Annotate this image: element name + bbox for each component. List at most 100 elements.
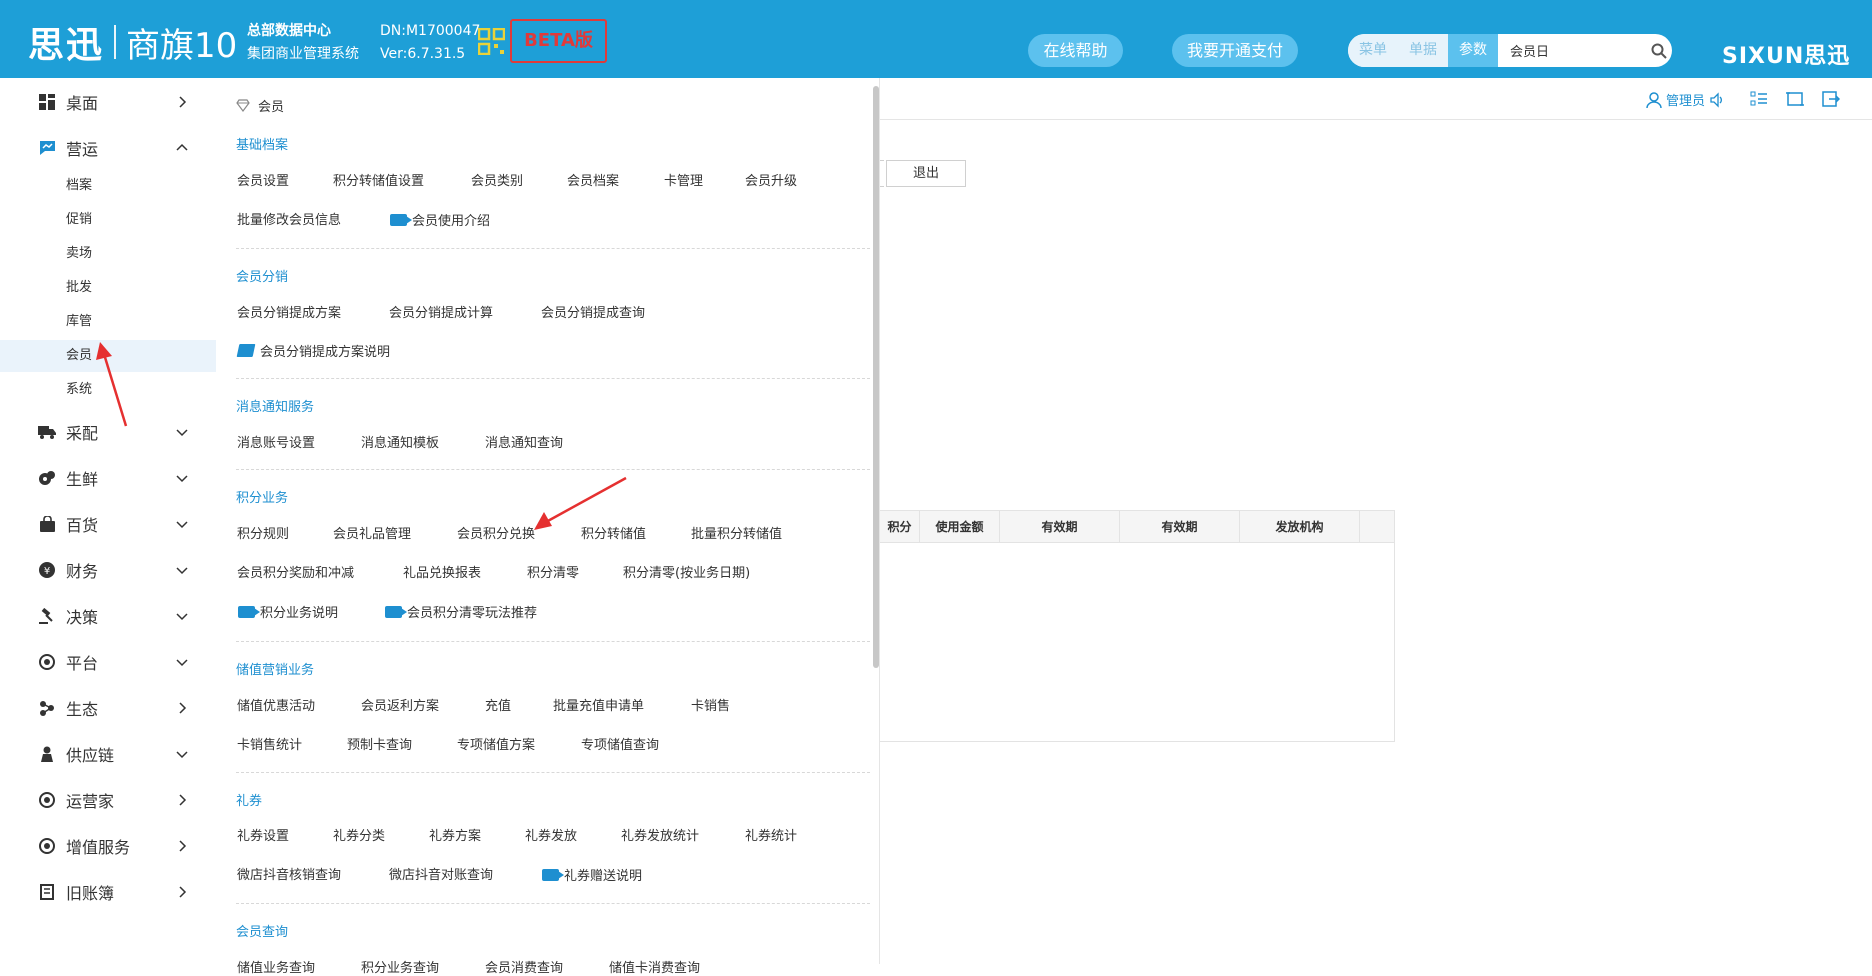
sidebar-item-supply-chain[interactable]: 供应链: [0, 734, 216, 774]
table-header-amount[interactable]: 使用金额: [920, 511, 1000, 543]
menu-item-video[interactable]: 积分业务说明: [238, 602, 338, 621]
menu-item-video[interactable]: 会员使用介绍: [390, 210, 490, 229]
menu-item[interactable]: 会员返利方案: [361, 695, 439, 714]
menu-item[interactable]: 储值优惠活动: [237, 695, 315, 714]
sidebar-item-old-ledger[interactable]: 旧账簿: [0, 872, 216, 912]
menu-item[interactable]: 会员礼品管理: [333, 523, 411, 542]
sidebar-item-finance[interactable]: ¥ 财务: [0, 550, 216, 590]
menu-item-label: 会员分销提成方案说明: [260, 345, 391, 360]
menu-item[interactable]: 礼券统计: [745, 825, 797, 844]
menu-item[interactable]: 卡销售: [691, 695, 730, 714]
ledger-icon: [38, 883, 56, 901]
list-icon[interactable]: [1750, 90, 1768, 108]
user-menu[interactable]: 管理员: [1646, 90, 1725, 109]
sidebar-subitem-archive[interactable]: 档案: [0, 170, 216, 202]
sidebar-item-ecology[interactable]: 生态: [0, 688, 216, 728]
speaker-icon[interactable]: [1709, 91, 1725, 108]
search-tab-menu[interactable]: 菜单: [1348, 34, 1398, 67]
menu-item[interactable]: 积分清零: [527, 562, 579, 581]
logout-icon[interactable]: [1822, 90, 1840, 108]
menu-item[interactable]: 会员设置: [237, 170, 289, 189]
sidebar-subitem-inventory[interactable]: 库管: [0, 306, 216, 338]
menu-title: 会员: [236, 96, 284, 115]
menu-item[interactable]: 礼券分类: [333, 825, 385, 844]
qr-code-icon[interactable]: [478, 28, 505, 55]
menu-item[interactable]: 会员分销提成查询: [541, 302, 645, 321]
menu-item[interactable]: 会员类别: [471, 170, 523, 189]
menu-item[interactable]: 消息通知模板: [361, 432, 439, 451]
sidebar-item-operation[interactable]: 营运: [0, 128, 216, 168]
search-tab-doc[interactable]: 单据: [1398, 34, 1448, 67]
logo-divider: [114, 25, 117, 59]
menu-item-points-exchange[interactable]: 会员积分兑换: [457, 523, 535, 542]
sidebar-subitem-system[interactable]: 系统: [0, 374, 216, 406]
sidebar-item-fresh[interactable]: 生鲜: [0, 458, 216, 498]
sidebar-subitem-store[interactable]: 卖场: [0, 238, 216, 270]
menu-item[interactable]: 预制卡查询: [347, 734, 412, 753]
menu-item[interactable]: 专项储值方案: [457, 734, 535, 753]
app-logo: 思迅 商旗10: [28, 16, 237, 68]
fullscreen-icon[interactable]: [1786, 90, 1804, 108]
menu-item[interactable]: 批量充值申请单: [553, 695, 644, 714]
sidebar-item-label: 运营家: [66, 792, 115, 811]
menu-item[interactable]: 专项储值查询: [581, 734, 659, 753]
menu-scrollbar[interactable]: [873, 86, 879, 668]
menu-item[interactable]: 储值业务查询: [237, 957, 315, 976]
menu-item[interactable]: 积分清零(按业务日期): [623, 562, 750, 581]
menu-item[interactable]: 会员分销提成计算: [389, 302, 493, 321]
sidebar-item-label: 决策: [66, 608, 99, 627]
menu-item[interactable]: 充值: [485, 695, 511, 714]
menu-item[interactable]: 储值卡消费查询: [609, 957, 700, 976]
menu-item[interactable]: 积分转储值: [581, 523, 646, 542]
menu-item[interactable]: 消息账号设置: [237, 432, 315, 451]
menu-item[interactable]: 会员消费查询: [485, 957, 563, 976]
menu-item[interactable]: 礼券方案: [429, 825, 481, 844]
sidebar-subitem-wholesale[interactable]: 批发: [0, 272, 216, 304]
sidebar-item-operator[interactable]: 运营家: [0, 780, 216, 820]
exit-button[interactable]: 退出: [886, 160, 966, 187]
search-input[interactable]: 会员日: [1498, 34, 1646, 67]
menu-item[interactable]: 积分规则: [237, 523, 289, 542]
menu-item[interactable]: 微店抖音核销查询: [237, 864, 341, 883]
sidebar-item-platform[interactable]: 平台: [0, 642, 216, 682]
enable-payment-button[interactable]: 我要开通支付: [1172, 34, 1298, 67]
menu-item-video[interactable]: 礼券赠送说明: [542, 865, 642, 884]
sidebar-item-decision[interactable]: 决策: [0, 596, 216, 636]
menu-item[interactable]: 会员分销提成方案: [237, 302, 341, 321]
sidebar-item-label: 财务: [66, 562, 99, 581]
menu-item[interactable]: 消息通知查询: [485, 432, 563, 451]
menu-item[interactable]: 批量积分转储值: [691, 523, 782, 542]
version-number: Ver:6.7.31.5: [380, 46, 466, 62]
menu-item[interactable]: 积分转储值设置: [333, 170, 424, 189]
user-name: 管理员: [1666, 94, 1706, 109]
search-icon[interactable]: [1646, 34, 1672, 67]
chevron-down-icon: [176, 567, 188, 575]
menu-item[interactable]: 微店抖音对账查询: [389, 864, 493, 883]
menu-item[interactable]: 卡销售统计: [237, 734, 302, 753]
diamond-icon: [236, 99, 250, 112]
menu-item[interactable]: 会员档案: [567, 170, 619, 189]
menu-item[interactable]: 会员升级: [745, 170, 797, 189]
table-header-valid-to[interactable]: 有效期: [1120, 511, 1240, 543]
menu-item[interactable]: 积分业务查询: [361, 957, 439, 976]
menu-item[interactable]: 批量修改会员信息: [237, 209, 341, 228]
sidebar-item-purchase[interactable]: 采配: [0, 412, 216, 452]
sidebar-subitem-promotion[interactable]: 促销: [0, 204, 216, 236]
online-help-button[interactable]: 在线帮助: [1028, 34, 1123, 67]
menu-item-doc[interactable]: 会员分销提成方案说明: [236, 341, 391, 360]
sidebar-subitem-member[interactable]: 会员: [0, 340, 216, 372]
menu-item[interactable]: 礼券发放统计: [621, 825, 699, 844]
sidebar-item-value-added[interactable]: 增值服务: [0, 826, 216, 866]
menu-item-video[interactable]: 会员积分清零玩法推荐: [385, 602, 537, 621]
menu-item[interactable]: 会员积分奖励和冲减: [237, 562, 354, 581]
search-tab-param[interactable]: 参数: [1448, 34, 1498, 67]
menu-item[interactable]: 礼品兑换报表: [403, 562, 481, 581]
table-header-issuer[interactable]: 发放机构: [1240, 511, 1360, 543]
table-header-valid-from[interactable]: 有效期: [1000, 511, 1120, 543]
sidebar-item-department[interactable]: 百货: [0, 504, 216, 544]
sidebar-item-desktop[interactable]: 桌面: [0, 82, 216, 122]
menu-item[interactable]: 礼券发放: [525, 825, 577, 844]
menu-item[interactable]: 卡管理: [664, 170, 703, 189]
menu-item[interactable]: 礼券设置: [237, 825, 289, 844]
table-header-points[interactable]: 积分: [880, 511, 920, 543]
